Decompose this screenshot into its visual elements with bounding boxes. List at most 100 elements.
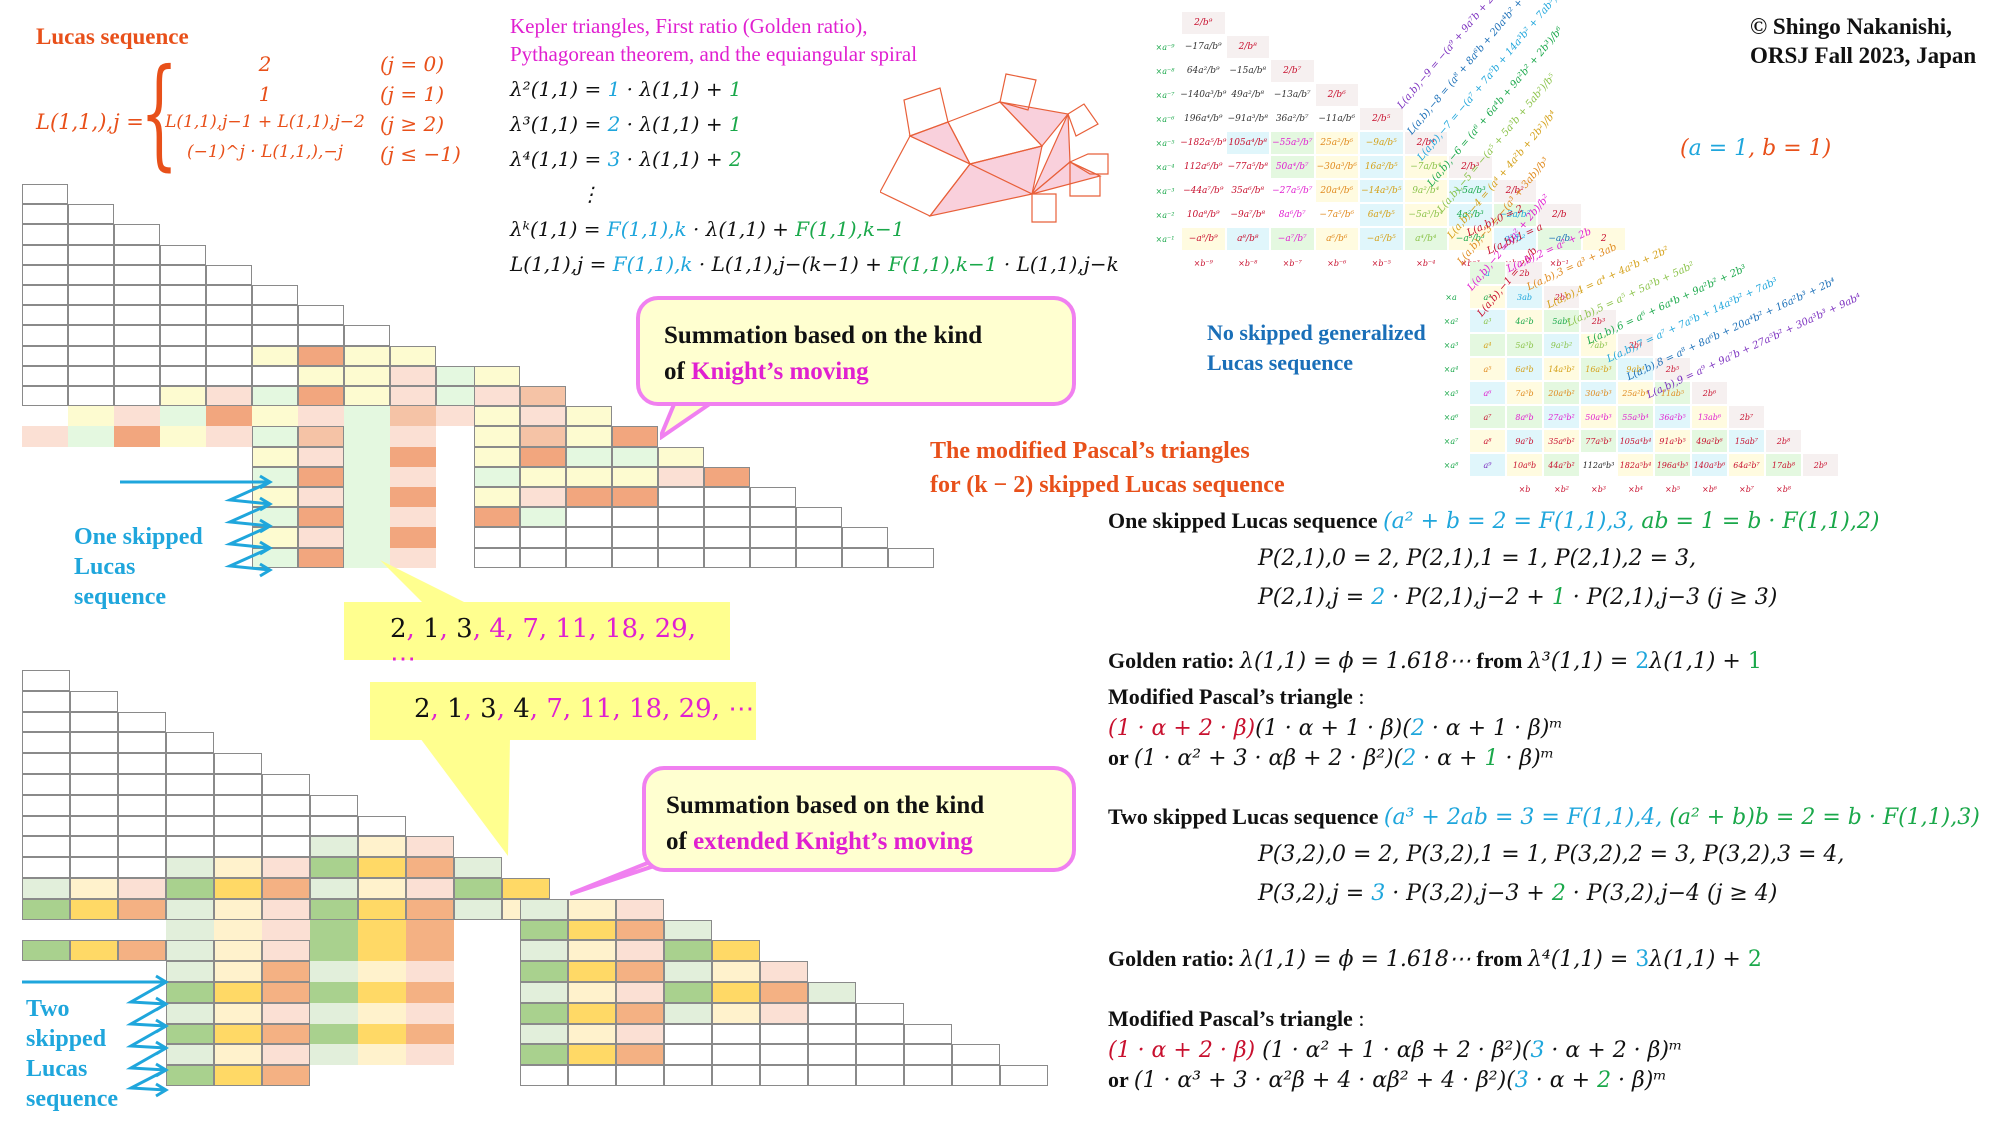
table-cell [390, 527, 436, 548]
table-cell [114, 224, 160, 245]
sequence-term: 7 [522, 614, 539, 644]
table-cell [160, 386, 206, 407]
generalized-cell: 8a⁶/b⁷ [1278, 210, 1306, 220]
table-cell [70, 878, 118, 899]
table-cell [160, 325, 206, 346]
table-cell [310, 878, 358, 899]
table-cell [658, 547, 704, 568]
table-cell [118, 836, 166, 858]
sequence-term: 1 [423, 614, 440, 644]
table-cell [566, 466, 612, 487]
table-cell [704, 487, 750, 508]
copyright: © Shingo Nakanishi, ORSJ Fall 2023, Japa… [1750, 12, 1976, 70]
table-cell [22, 711, 70, 733]
table-cell [406, 1002, 454, 1024]
table-cell [612, 547, 658, 568]
two-skipped-title: Two skipped Lucas sequence [1108, 804, 1384, 829]
two-skipped-equations: Two skipped Lucas sequence (a³ + 2ab = 3… [1108, 804, 1980, 1093]
table-cell [344, 466, 390, 487]
generalized-cell: 20a⁴b² [1544, 382, 1579, 404]
lucas-lhs: L(1,1,),j = [36, 110, 144, 134]
generalized-cell: 2b⁸ [1766, 430, 1801, 452]
table-cell [22, 325, 68, 346]
table-cell [160, 305, 206, 326]
table-cell [298, 345, 344, 366]
generalized-cell: 7a⁵b [1507, 382, 1542, 404]
table-cell [252, 406, 298, 427]
table-cell [520, 406, 566, 427]
table-cell [262, 774, 310, 795]
table-cell [760, 982, 808, 1003]
table-cell [214, 836, 262, 858]
table-cell [118, 732, 166, 754]
table-cell [760, 1023, 808, 1045]
table-cell [252, 325, 298, 346]
table-cell [166, 878, 214, 899]
table-cell [520, 426, 566, 447]
table-cell [68, 224, 114, 245]
table-cell [206, 406, 252, 427]
generalized-cell: 140a³b⁶ [1692, 454, 1727, 476]
table-cell [616, 982, 664, 1003]
two-skipped-init: P(3,2),0 = 2, P(3,2),1 = 1, P(3,2),2 = 3… [1258, 842, 1845, 867]
table-cell [214, 982, 262, 1003]
table-cell [114, 325, 160, 346]
table-cell [808, 1044, 856, 1066]
generalized-cell: 6a⁴/b⁵ [1360, 204, 1403, 226]
table-cell [22, 774, 70, 795]
table-cell [658, 507, 704, 528]
table-cell [616, 919, 664, 941]
modified-pascal-title: The modified Pascal’s triangles for (k −… [930, 438, 1285, 498]
kepler-triangles-diagram [880, 73, 1109, 223]
table-cell [68, 204, 114, 225]
generalized-cell: a⁵ [1470, 358, 1505, 380]
table-cell [252, 345, 298, 366]
table-cell [114, 365, 160, 386]
table-cell [664, 961, 712, 982]
table-cell [206, 285, 252, 306]
sequence-term: 7 [546, 694, 563, 724]
generalized-cell: 2/b⁵ [1360, 108, 1403, 130]
generalized-cell: 36a²/b⁷ [1275, 114, 1309, 124]
table-cell [704, 547, 750, 568]
table-cell [520, 1023, 568, 1045]
row-multiplier-label: ×a³ [1443, 340, 1459, 350]
table-cell [70, 815, 118, 837]
table-cell [214, 878, 262, 899]
table-cell [214, 815, 262, 837]
table-cell [68, 244, 114, 265]
sequence-separator: , [406, 614, 424, 644]
table-cell [520, 446, 566, 467]
generalized-cell: −30a³/b⁶ [1315, 156, 1358, 178]
table-cell [658, 466, 704, 487]
generalized-cell: 64a²/b⁹ [1186, 66, 1220, 76]
table-cell [888, 547, 934, 568]
table-cell [70, 857, 118, 878]
table-cell [262, 1002, 310, 1024]
table-cell [160, 345, 206, 366]
table-cell [22, 878, 70, 899]
table-cell [358, 1002, 406, 1024]
table-cell [118, 794, 166, 816]
column-multiplier-label: ×b³ [1590, 484, 1607, 494]
table-cell [298, 487, 344, 508]
table-cell [474, 446, 520, 467]
table-cell [712, 982, 760, 1003]
table-cell [612, 426, 658, 447]
table-cell [22, 940, 70, 962]
table-cell [166, 919, 214, 941]
table-cell [22, 670, 70, 691]
row-multiplier-label: ×a⁻³ [1155, 186, 1175, 196]
lucas-case-cond: (j ≥ 2) [380, 112, 445, 136]
table-cell [616, 961, 664, 982]
sequence-term: 4 [513, 694, 530, 724]
table-cell [310, 1044, 358, 1066]
table-cell [118, 898, 166, 920]
table-cell [22, 426, 68, 447]
table-cell [406, 898, 454, 920]
generalized-cell: 50a⁴/b⁷ [1271, 156, 1314, 178]
generalized-cell: a⁸/b⁸ [1226, 228, 1269, 250]
generalized-cell: 9a²b² [1544, 334, 1579, 356]
table-cell [520, 919, 568, 941]
table-cell [344, 325, 390, 346]
